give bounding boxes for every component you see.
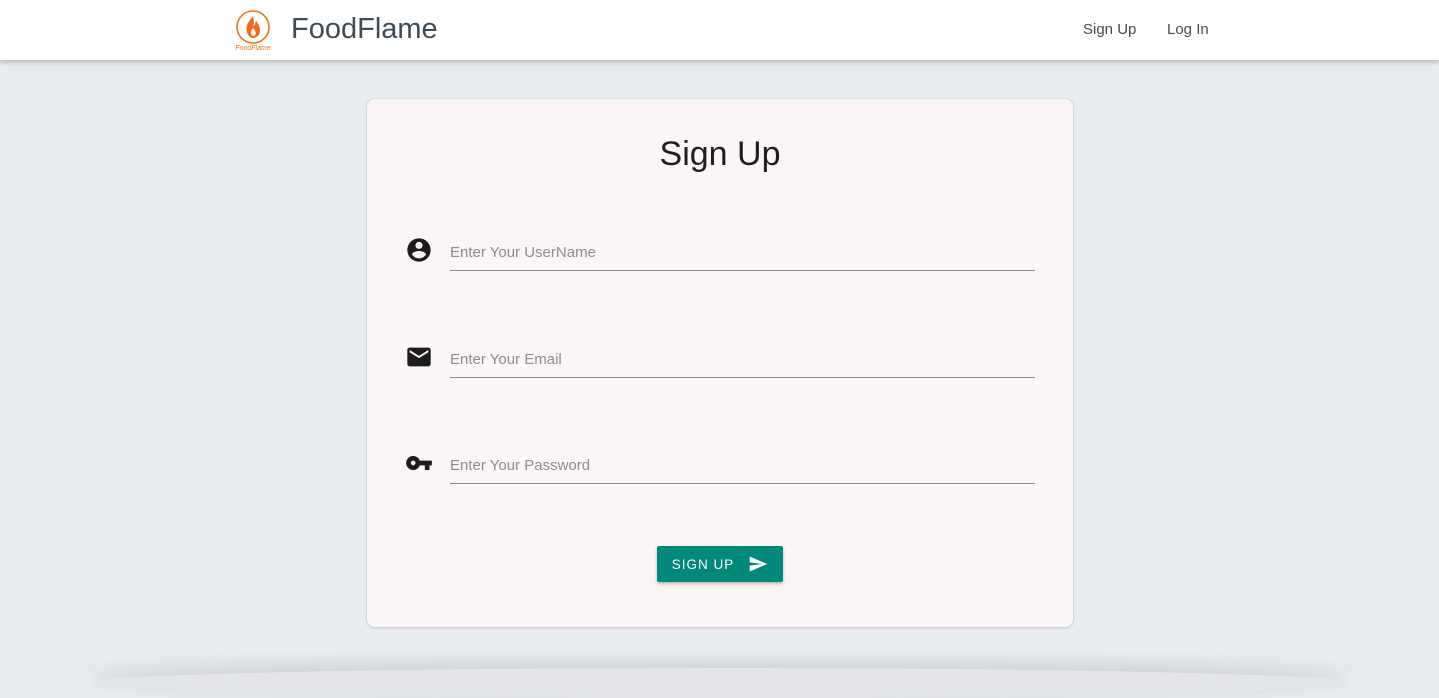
navbar: FoodFlame FoodFlame Sign Up Log In [0, 0, 1439, 61]
username-input[interactable] [450, 235, 1035, 271]
brand[interactable]: FoodFlame FoodFlame [234, 9, 438, 53]
username-field-row [367, 232, 1073, 292]
logo-text: FoodFlame [235, 45, 271, 52]
password-field-row [367, 445, 1073, 505]
signup-submit-button[interactable]: SIGN UP [657, 546, 783, 582]
key-icon [406, 456, 432, 470]
foodflame-logo[interactable]: FoodFlame [234, 9, 272, 53]
send-icon [749, 556, 768, 572]
password-input[interactable] [450, 448, 1035, 484]
email-input[interactable] [450, 342, 1035, 378]
nav-signup-link[interactable]: Sign Up [1083, 21, 1136, 38]
signup-button-label: SIGN UP [671, 556, 735, 572]
flame-logo-icon [236, 10, 270, 44]
account-circle-icon [407, 238, 431, 262]
brand-name[interactable]: FoodFlame [291, 13, 438, 46]
nav-login-link[interactable]: Log In [1167, 21, 1209, 38]
mail-icon [407, 347, 431, 367]
footer-shadow [90, 668, 1350, 698]
email-field-row [367, 339, 1073, 399]
page-title: Sign Up [659, 135, 781, 173]
signup-card: Sign Up SIGN UP [367, 99, 1073, 627]
